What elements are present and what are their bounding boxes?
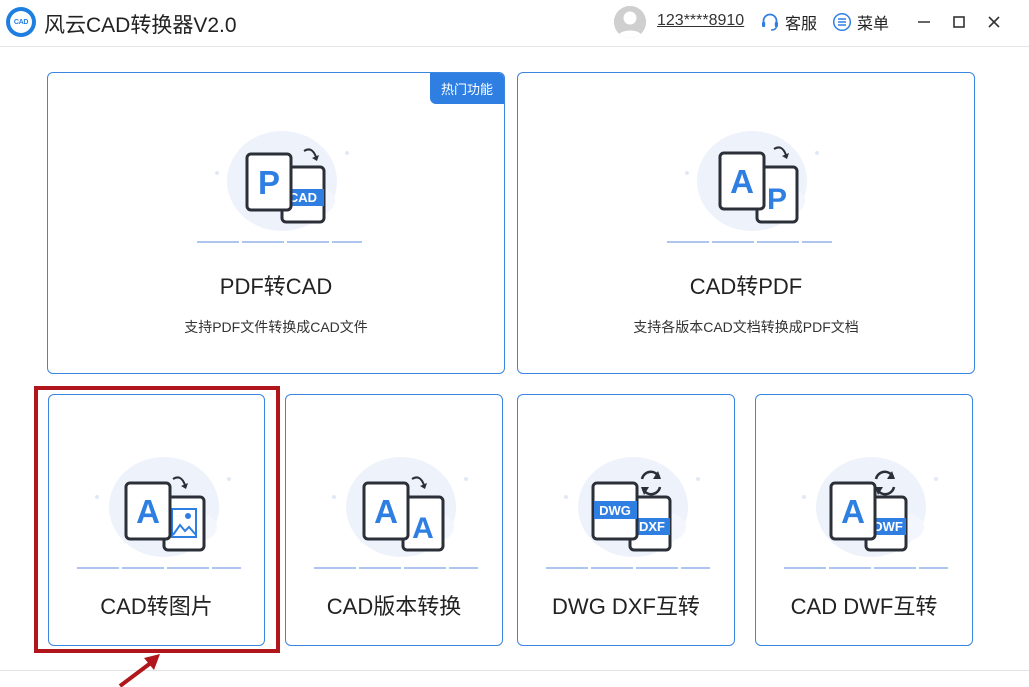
pdf-to-cad-icon: CAD P: [197, 131, 362, 243]
headset-icon: [762, 13, 778, 31]
front-doc-letter: A: [136, 493, 160, 530]
dwg-dxf-convert-icon: DXF DWG: [546, 457, 710, 569]
cad-to-pdf-icon: P A: [667, 131, 832, 243]
front-doc-letter: A: [374, 493, 398, 530]
menu-button[interactable]: 菜单: [832, 10, 889, 34]
back-doc-letter: A: [412, 512, 434, 545]
red-arrow-pointer-icon: [118, 654, 160, 687]
card-cad-dwf-convert[interactable]: DWF A CAD DWF互转: [755, 394, 973, 646]
card-title: PDF转CAD: [219, 274, 333, 299]
cad-dwf-convert-icon: DWF A: [784, 457, 948, 569]
customer-service-label: 客服: [785, 16, 818, 33]
card-dwg-dxf-convert[interactable]: DXF DWG DWG DXF互转: [517, 394, 735, 646]
front-doc-letter: A: [730, 163, 754, 200]
front-doc-letter: A: [841, 493, 865, 530]
maximize-icon: [953, 16, 965, 28]
title-bar: CAD 风云CAD转换器V2.0 123****8910 客服 菜单: [0, 0, 1029, 47]
card-title: CAD DWF互转: [790, 594, 938, 619]
customer-service-button[interactable]: 客服: [760, 10, 817, 34]
card-pdf-to-cad[interactable]: 热门功能 CAD P PDF转CAD 支持PDF文件转换成CAD文件: [47, 72, 505, 374]
app-logo-text: CAD: [10, 11, 32, 33]
back-doc-label: DWF: [873, 519, 903, 534]
card-description: 支持PDF文件转换成CAD文件: [184, 319, 368, 335]
card-title: CAD版本转换: [326, 594, 462, 619]
front-doc-letter: P: [258, 164, 280, 201]
minimize-icon: [918, 21, 930, 23]
user-name-link[interactable]: 123****8910: [657, 12, 744, 30]
card-cad-to-pdf[interactable]: P A CAD转PDF 支持各版本CAD文档转换成PDF文档: [517, 72, 975, 374]
card-title: DWG DXF互转: [552, 594, 700, 619]
front-doc-label: DWG: [599, 503, 631, 518]
avatar[interactable]: [614, 6, 646, 38]
back-doc-letter: P: [767, 183, 787, 216]
app-title: 风云CAD转换器V2.0: [44, 14, 237, 37]
menu-icon: [832, 12, 852, 32]
card-cad-to-image[interactable]: A CAD转图片: [48, 394, 265, 646]
minimize-button[interactable]: [914, 12, 934, 32]
maximize-button[interactable]: [949, 12, 969, 32]
cad-to-image-icon: A: [77, 457, 241, 569]
back-doc-label: CAD: [289, 190, 317, 205]
menu-label: 菜单: [857, 16, 890, 33]
card-title: CAD转图片: [100, 594, 213, 619]
user-avatar-icon: [614, 6, 646, 38]
card-cad-version-convert[interactable]: A A CAD版本转换: [285, 394, 503, 646]
back-doc-label: DXF: [639, 519, 665, 534]
close-icon: [988, 16, 1000, 28]
hot-feature-badge: 热门功能: [430, 73, 504, 104]
cad-version-convert-icon: A A: [314, 457, 478, 569]
card-description: 支持各版本CAD文档转换成PDF文档: [633, 319, 859, 335]
close-button[interactable]: [984, 12, 1004, 32]
card-title: CAD转PDF: [689, 274, 803, 299]
app-logo: CAD: [6, 7, 36, 37]
